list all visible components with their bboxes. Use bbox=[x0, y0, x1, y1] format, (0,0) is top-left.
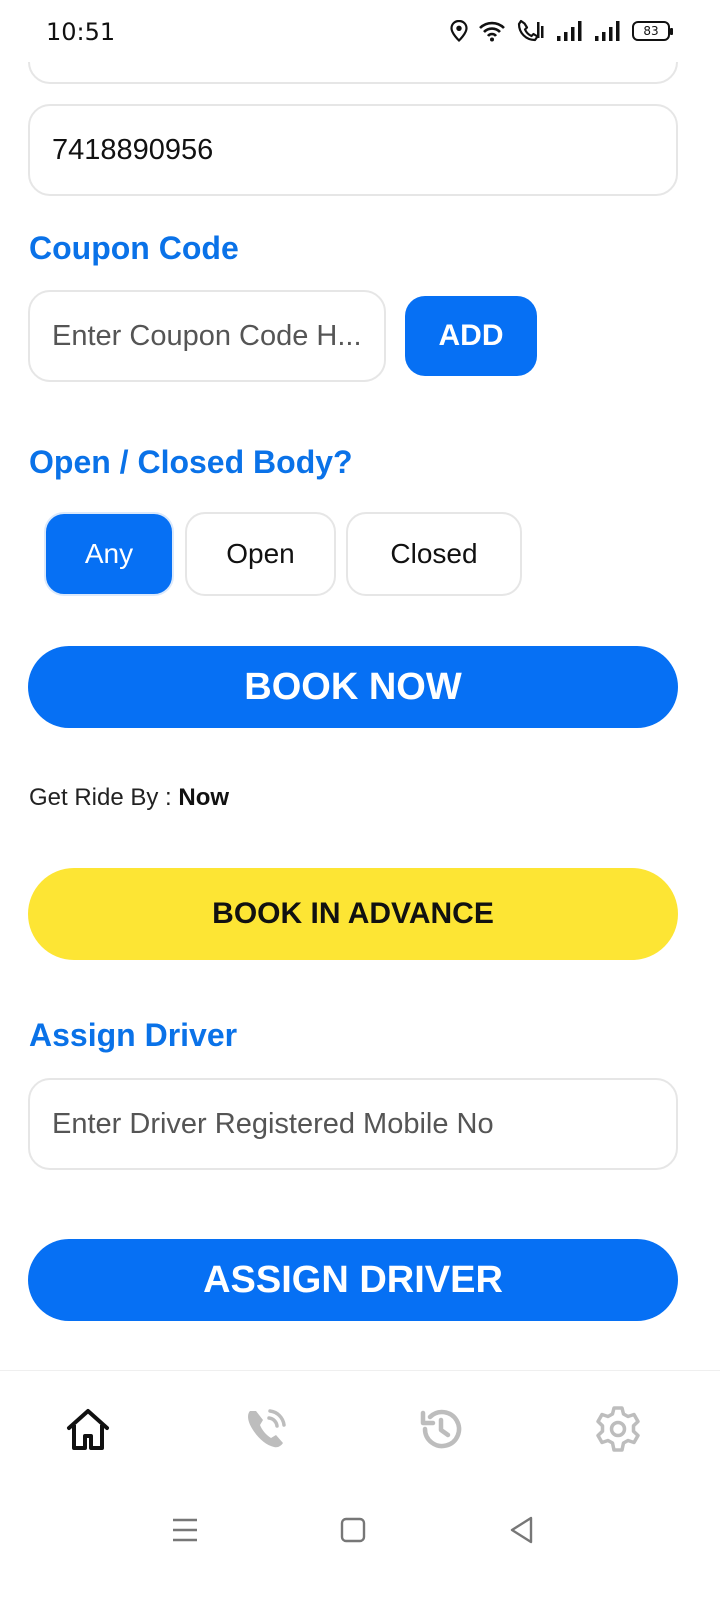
location-icon bbox=[450, 20, 468, 42]
previous-field[interactable] bbox=[28, 62, 678, 84]
mobile-number-value: 7418890956 bbox=[52, 133, 214, 166]
coupon-code-label: Coupon Code bbox=[29, 230, 239, 266]
settings-icon[interactable] bbox=[590, 1401, 646, 1457]
add-coupon-button[interactable]: ADD bbox=[405, 296, 537, 376]
home-icon[interactable] bbox=[60, 1401, 116, 1457]
driver-mobile-input[interactable]: Enter Driver Registered Mobile No bbox=[28, 1078, 678, 1170]
driver-mobile-placeholder: Enter Driver Registered Mobile No bbox=[52, 1107, 494, 1140]
bottom-nav bbox=[0, 1370, 720, 1482]
phone-call-icon[interactable] bbox=[238, 1401, 294, 1457]
history-icon[interactable] bbox=[413, 1401, 469, 1457]
ride-by-value: Now bbox=[178, 784, 230, 811]
assign-driver-button[interactable]: ASSIGN DRIVER bbox=[28, 1239, 678, 1321]
square-icon[interactable] bbox=[333, 1510, 373, 1550]
body-option-closed[interactable]: Closed bbox=[346, 512, 522, 596]
system-nav-bar bbox=[0, 1482, 720, 1600]
book-in-advance-button[interactable]: BOOK IN ADVANCE bbox=[28, 868, 678, 960]
body-option-any[interactable]: Any bbox=[44, 512, 174, 596]
menu-icon[interactable] bbox=[165, 1510, 205, 1550]
status-time: 10:51 bbox=[46, 18, 116, 46]
booking-form[interactable]: 7418890956 Coupon Code Enter Coupon Code… bbox=[0, 62, 720, 1398]
signal-2-icon bbox=[594, 20, 622, 42]
battery-icon: 83 bbox=[632, 21, 673, 41]
mobile-number-field[interactable]: 7418890956 bbox=[28, 104, 678, 196]
coupon-code-input[interactable]: Enter Coupon Code H... bbox=[28, 290, 386, 382]
body-type-label: Open / Closed Body? bbox=[29, 444, 353, 480]
wifi-icon bbox=[478, 20, 506, 42]
ride-by-prefix: Get Ride By : bbox=[29, 784, 179, 811]
body-option-open[interactable]: Open bbox=[185, 512, 336, 596]
ride-by-text: Get Ride By : Now bbox=[29, 784, 229, 812]
status-icons: 83 bbox=[450, 16, 673, 46]
book-now-button[interactable]: BOOK NOW bbox=[28, 646, 678, 728]
status-bar: 10:51 83 bbox=[0, 0, 720, 62]
coupon-code-placeholder: Enter Coupon Code H... bbox=[52, 319, 362, 352]
wifi-call-icon bbox=[516, 19, 546, 43]
back-icon[interactable] bbox=[502, 1510, 542, 1550]
assign-driver-label: Assign Driver bbox=[29, 1017, 238, 1053]
signal-1-icon bbox=[556, 20, 584, 42]
